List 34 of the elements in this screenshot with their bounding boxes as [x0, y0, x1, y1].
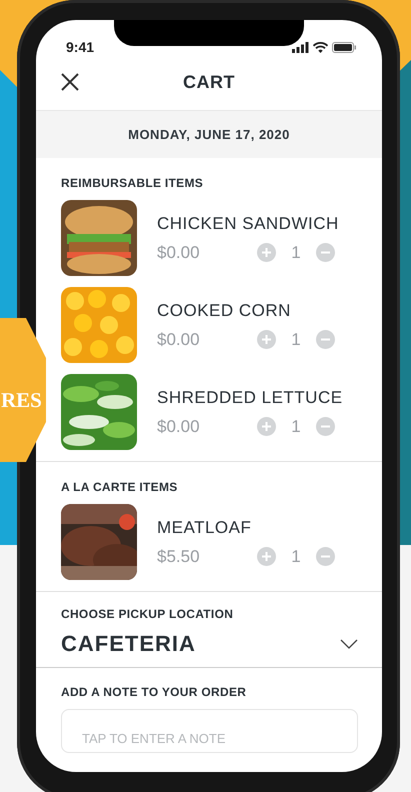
item-name: CHICKEN SANDWICH — [157, 214, 340, 234]
plus-icon[interactable] — [257, 330, 276, 349]
signal-icon — [292, 42, 309, 53]
item-name: COOKED CORN — [157, 300, 292, 320]
item-price: $0.00 — [157, 330, 201, 350]
quantity: 1 — [290, 242, 302, 262]
section-heading: ADD A NOTE TO YOUR ORDER — [61, 685, 248, 699]
section-heading: REIMBURSABLE ITEMS — [61, 176, 204, 190]
minus-icon[interactable] — [316, 243, 335, 262]
plus-icon[interactable] — [257, 547, 276, 566]
chevron-down-icon — [340, 639, 358, 649]
plus-icon[interactable] — [257, 417, 276, 436]
item-price: $0.00 — [157, 416, 201, 436]
item-name: MEATLOAF — [157, 518, 252, 538]
quantity: 1 — [290, 416, 302, 436]
item-price: $5.50 — [157, 546, 201, 566]
minus-icon[interactable] — [316, 417, 335, 436]
badge-text: RES — [1, 388, 42, 413]
date-label: MONDAY, JUNE 17, 2020 — [128, 127, 290, 142]
item-price: $0.00 — [157, 242, 201, 262]
plus-icon[interactable] — [257, 243, 276, 262]
minus-icon[interactable] — [316, 547, 335, 566]
quantity: 1 — [290, 330, 302, 350]
item-name: SHREDDED LETTUCE — [157, 388, 344, 408]
quantity: 1 — [290, 546, 302, 566]
status-time: 9:41 — [66, 39, 94, 55]
minus-icon[interactable] — [316, 330, 335, 349]
page-title: CART — [183, 72, 235, 93]
location-dropdown[interactable]: CAFETERIA — [61, 631, 358, 657]
section-heading: A LA CARTE ITEMS — [61, 480, 179, 494]
note-field[interactable]: TAP TO ENTER A NOTE — [61, 709, 358, 753]
battery-icon — [332, 42, 356, 53]
wifi-icon — [313, 42, 328, 53]
section-heading: CHOOSE PICKUP LOCATION — [61, 607, 234, 621]
